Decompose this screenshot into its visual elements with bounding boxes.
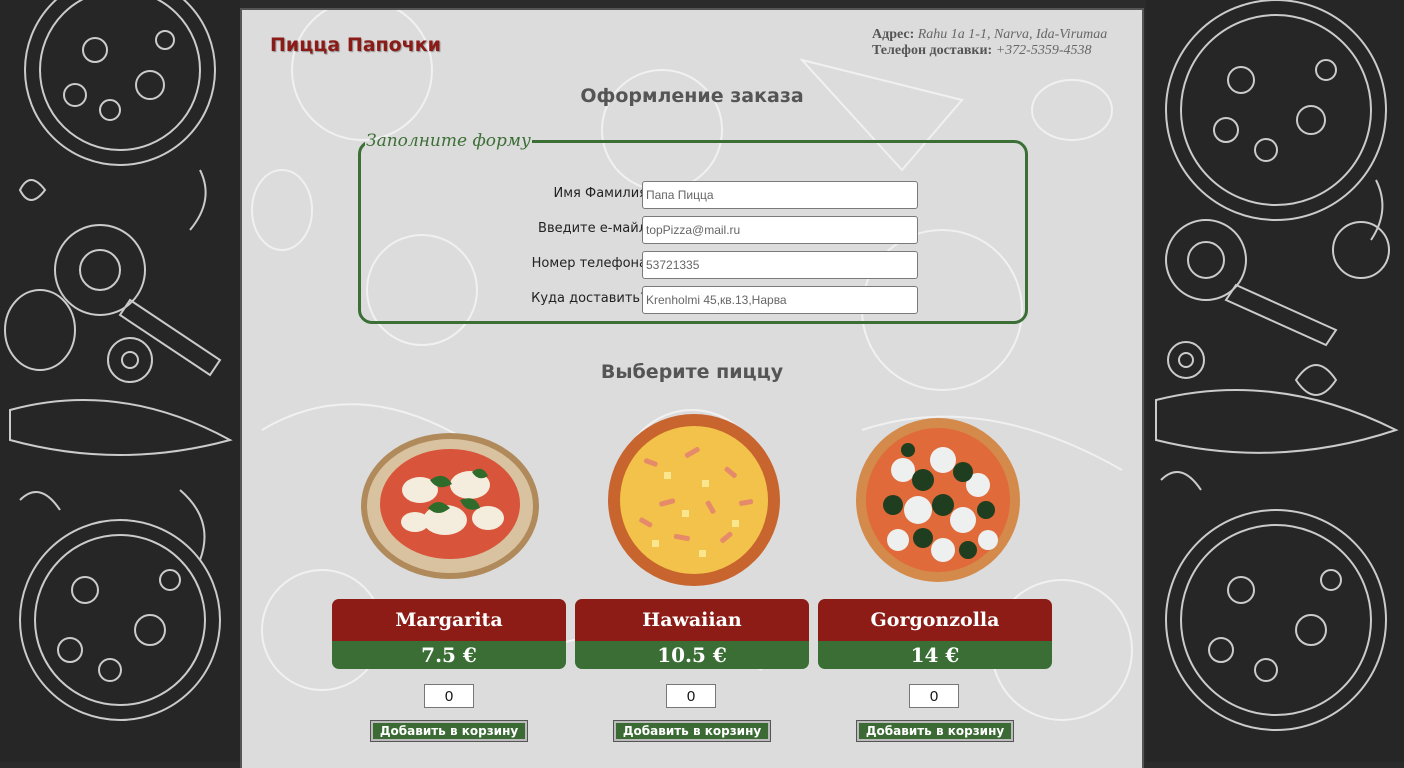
pizza-price: 7.5 € (332, 641, 566, 669)
margarita-pizza-image (361, 433, 539, 579)
hawaiian-pizza-image (608, 414, 780, 586)
name-row: Имя Фамилия (361, 181, 1031, 209)
address-line: Адрес: Rahu 1a 1-1, Narva, Ida-Virumaa (872, 27, 1142, 43)
pizza-price: 14 € (818, 641, 1052, 669)
left-pattern-panel (0, 0, 240, 762)
order-title: Оформление заказа (580, 85, 804, 107)
email-row: Введите е-майл (361, 216, 1031, 244)
address-row: Куда доставить? (361, 286, 1031, 314)
phone-line: Телефон доставки: +372-5359-4538 (872, 43, 1142, 59)
doodle-pattern-right (1155, 0, 1399, 731)
right-pattern-panel (1146, 0, 1404, 762)
phone-row: Номер телефона (361, 251, 1031, 279)
gorgonzola-pizza-image (856, 418, 1020, 582)
phone-value: +372-5359-4538 (995, 43, 1092, 58)
choose-pizza-title: Выберите пиццу (600, 361, 784, 383)
brand-logo-text: Пицца Папочки (270, 34, 441, 56)
doodle-pattern-left (4, 0, 233, 721)
delivery-address-input[interactable] (642, 286, 918, 314)
pizza-card-hawaiian: Hawaiian 10.5 € (575, 599, 809, 669)
pizza-card-gorgonzolla: Gorgonzolla 14 € (818, 599, 1052, 669)
name-input[interactable] (642, 181, 918, 209)
quantity-input-gorgonzolla[interactable] (909, 684, 959, 708)
form-legend: Заполните форму (366, 131, 531, 151)
email-input[interactable] (642, 216, 918, 244)
address-value: Rahu 1a 1-1, Narva, Ida-Virumaa (917, 27, 1108, 42)
add-to-cart-button-margarita[interactable]: Добавить в корзину (370, 720, 528, 742)
phone-input[interactable] (642, 251, 918, 279)
phone-label: Телефон доставки: (872, 43, 993, 58)
order-form: Заполните форму Имя Фамилия Введите е-ма… (358, 131, 1028, 324)
add-to-cart-button-hawaiian[interactable]: Добавить в корзину (613, 720, 771, 742)
pizza-name: Gorgonzolla (818, 599, 1052, 641)
quantity-input-margarita[interactable] (424, 684, 474, 708)
email-label: Введите е-майл (538, 221, 647, 236)
pizza-card-margarita: Margarita 7.5 € (332, 599, 566, 669)
name-label: Имя Фамилия (553, 186, 647, 201)
pizza-name: Hawaiian (575, 599, 809, 641)
delivery-address-label: Куда доставить? (531, 291, 647, 306)
main-page: Пицца Папочки Адрес: Rahu 1a 1-1, Narva,… (240, 8, 1144, 768)
quantity-input-hawaiian[interactable] (666, 684, 716, 708)
phone-field-label: Номер телефона (531, 256, 647, 271)
pizza-name: Margarita (332, 599, 566, 641)
pizza-price: 10.5 € (575, 641, 809, 669)
add-to-cart-button-gorgonzolla[interactable]: Добавить в корзину (856, 720, 1014, 742)
address-label: Адрес: (872, 27, 915, 42)
contact-info: Адрес: Rahu 1a 1-1, Narva, Ida-Virumaa Т… (872, 27, 1142, 59)
